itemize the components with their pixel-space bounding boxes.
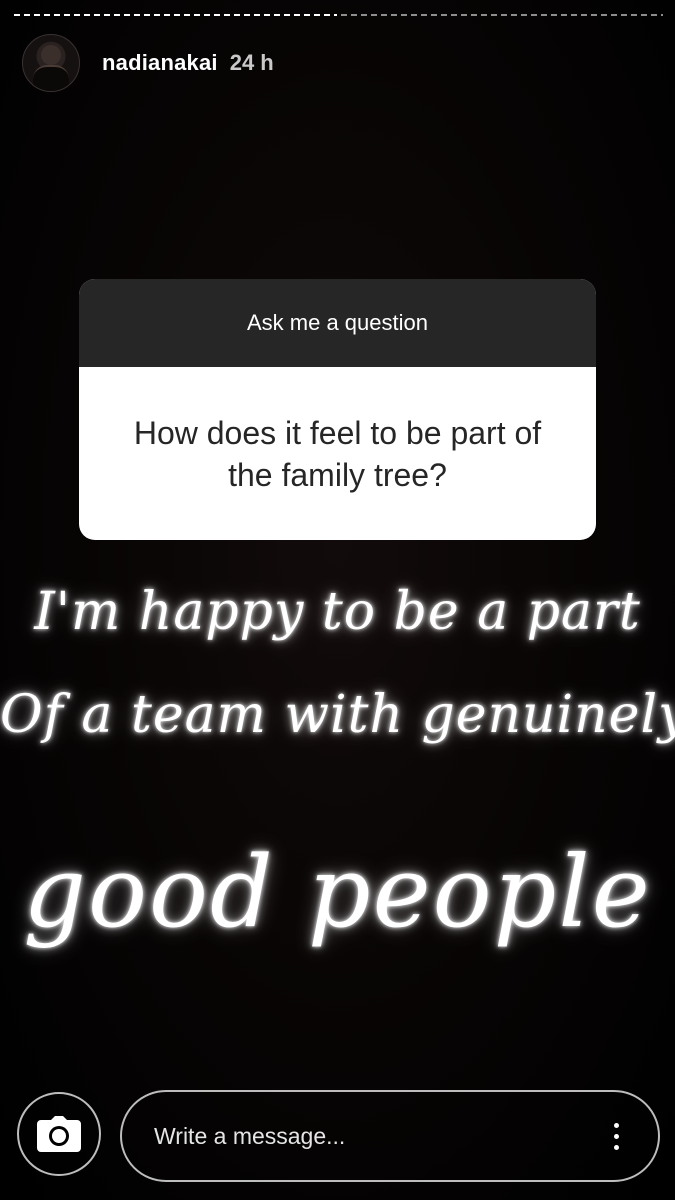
progress-segment-unviewed <box>340 14 663 16</box>
question-text: How does it feel to be part of the famil… <box>133 414 542 493</box>
story-header: nadianakai 24 h <box>22 34 274 92</box>
story-view[interactable]: nadianakai 24 h Ask me a question How do… <box>0 0 675 1200</box>
username[interactable]: nadianakai <box>102 50 218 76</box>
timestamp: 24 h <box>229 50 274 75</box>
more-options-button[interactable] <box>604 1116 628 1156</box>
more-vertical-icon <box>613 1122 619 1128</box>
message-input[interactable] <box>152 1121 604 1151</box>
question-sticker[interactable]: Ask me a question How does it feel to be… <box>79 279 596 540</box>
answer-line-3: good people <box>23 836 652 950</box>
more-vertical-icon-dot <box>613 1144 619 1150</box>
answer-line-1: I'm happy to be a part <box>34 582 641 642</box>
avatar[interactable] <box>22 34 80 92</box>
more-vertical-icon-dot <box>613 1133 619 1139</box>
camera-icon <box>37 1116 81 1152</box>
avatar-body <box>33 65 69 91</box>
avatar-head <box>41 45 61 65</box>
message-field[interactable] <box>120 1090 660 1182</box>
answer-line-2: Of a team with genuinely <box>0 685 675 745</box>
story-progress-bar <box>14 12 663 18</box>
camera-button[interactable] <box>17 1092 101 1176</box>
progress-segment-viewed <box>14 14 337 16</box>
question-sticker-title: Ask me a question <box>79 279 596 367</box>
